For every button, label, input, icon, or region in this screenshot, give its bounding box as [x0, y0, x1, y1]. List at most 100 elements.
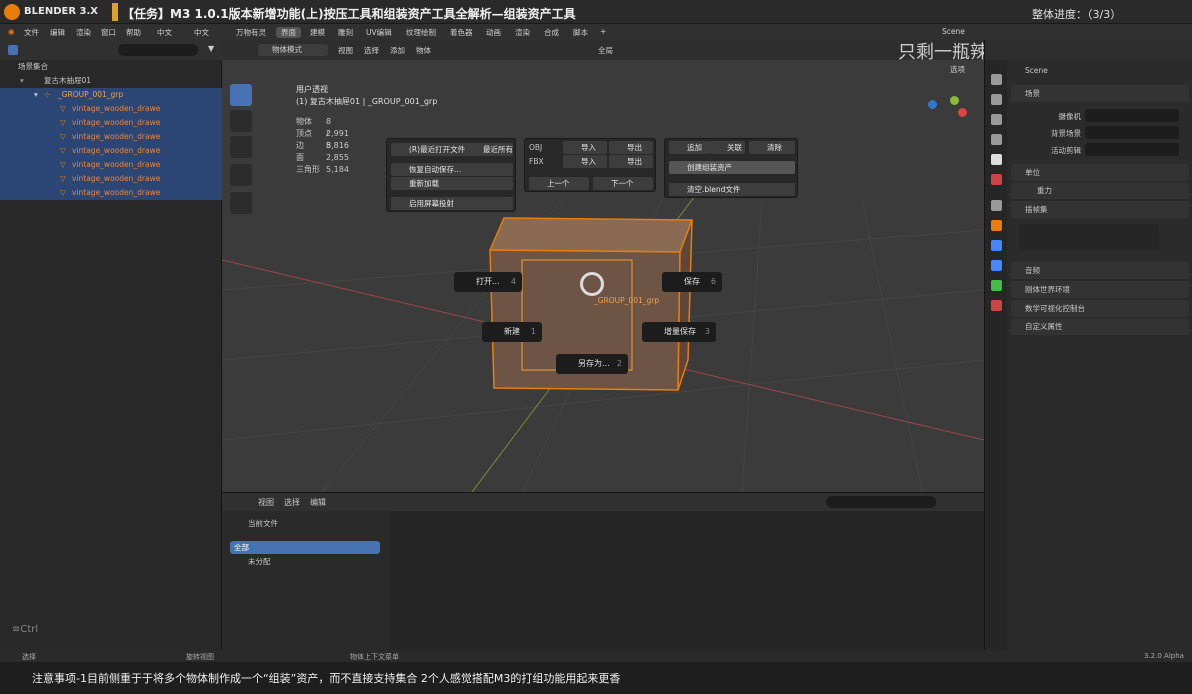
- section-scene[interactable]: 场景: [1011, 85, 1189, 102]
- menu-render[interactable]: 渲染: [76, 27, 91, 38]
- y-axis-icon[interactable]: [950, 96, 959, 105]
- outliner-row-child[interactable]: ▽ vintage_wooden_drawe: [0, 130, 222, 144]
- menu-help[interactable]: 帮助: [126, 27, 141, 38]
- section-audio[interactable]: 音频: [1011, 262, 1189, 279]
- bg-scene-field[interactable]: [1085, 126, 1179, 139]
- section-gravity[interactable]: 重力: [1011, 182, 1189, 199]
- prev-button[interactable]: 上一个: [529, 177, 589, 190]
- catalog-all[interactable]: 全部: [230, 541, 380, 554]
- tab-workspace-7[interactable]: 动画: [486, 27, 501, 38]
- catalog-unassigned[interactable]: 未分配: [230, 555, 380, 568]
- vp-menu-object[interactable]: 物体: [416, 45, 431, 56]
- menu-window[interactable]: 窗口: [101, 27, 116, 38]
- add-workspace-icon[interactable]: +: [600, 27, 606, 36]
- output-tab-icon[interactable]: [991, 114, 1002, 125]
- blender-menu-icon[interactable]: ◉: [8, 27, 15, 36]
- fbx-export-button[interactable]: 导出: [609, 155, 653, 168]
- camera-field[interactable]: [1085, 109, 1179, 122]
- tab-workspace-4[interactable]: UV编辑: [366, 27, 392, 38]
- tab-workspace-3[interactable]: 雕刻: [338, 27, 353, 38]
- recent-files-button[interactable]: (R)最近打开文件: [391, 143, 473, 156]
- section-rigid-world[interactable]: 刚体世界环境: [1011, 281, 1189, 298]
- select-tool-icon[interactable]: [230, 84, 252, 106]
- collection-tab-icon[interactable]: [991, 200, 1002, 211]
- tab-workspace-8[interactable]: 渲染: [515, 27, 530, 38]
- 3d-viewport[interactable]: 物体模式 视图 选择 添加 物体 全局 选项 只剩一瓶辣椒酱 用户透视 (1) …: [222, 40, 984, 492]
- constraint-tab-icon[interactable]: [991, 280, 1002, 291]
- asset-search-input[interactable]: [826, 496, 936, 508]
- scene-name[interactable]: Scene: [942, 27, 965, 36]
- ab-menu-select[interactable]: 选择: [284, 497, 300, 508]
- outliner-row-collection[interactable]: ▾ 复古木抽屉01: [0, 74, 222, 88]
- screencast-button[interactable]: 启用屏幕投射: [391, 197, 513, 210]
- view-layer-tab-icon[interactable]: [991, 134, 1002, 145]
- annotate-tool-icon[interactable]: [230, 164, 252, 186]
- outliner-search-input[interactable]: [118, 44, 198, 56]
- reload-button[interactable]: 重新加载: [391, 177, 513, 190]
- pie-open[interactable]: 打开... 4: [454, 272, 522, 292]
- menu-file[interactable]: 文件: [24, 27, 39, 38]
- outliner-row-child[interactable]: ▽ vintage_wooden_drawe: [0, 144, 222, 158]
- add-cube-tool-icon[interactable]: [230, 192, 252, 214]
- outliner-row-scene-collection[interactable]: 场景集合: [0, 60, 222, 74]
- obj-import-button[interactable]: 导入: [563, 141, 607, 154]
- z-axis-icon[interactable]: [928, 100, 937, 109]
- transform-orientation[interactable]: 全局: [598, 45, 613, 56]
- vp-menu-select[interactable]: 选择: [364, 45, 379, 56]
- section-keying[interactable]: 插帧集: [1011, 201, 1189, 218]
- tab-workspace-9[interactable]: 合成: [544, 27, 559, 38]
- active-clip-field[interactable]: [1085, 143, 1179, 156]
- tab-workspace-10[interactable]: 脚本: [573, 27, 588, 38]
- pie-save[interactable]: 保存 6: [662, 272, 722, 292]
- object-tab-icon[interactable]: [991, 220, 1002, 231]
- outliner-row-child[interactable]: ▽ vintage_wooden_drawe: [0, 102, 222, 116]
- outliner-row-group[interactable]: ▾ ⊹ _GROUP_001_grp: [0, 88, 222, 102]
- menu-edit[interactable]: 编辑: [50, 27, 65, 38]
- fbx-import-button[interactable]: 导入: [563, 155, 607, 168]
- pie-save-as[interactable]: 另存为... 2: [556, 354, 628, 374]
- vp-menu-add[interactable]: 添加: [390, 45, 405, 56]
- tab-workspace-0[interactable]: 万物有灵: [236, 27, 266, 38]
- x-axis-icon[interactable]: [958, 108, 967, 117]
- append-button[interactable]: 追加: [669, 141, 709, 154]
- section-data-viz[interactable]: 数学可视化控制台: [1011, 300, 1189, 317]
- asset-grid[interactable]: [390, 511, 984, 651]
- tab-workspace-2[interactable]: 建模: [310, 27, 325, 38]
- vp-menu-view[interactable]: 视图: [338, 45, 353, 56]
- pie-incremental-save[interactable]: 增量保存 3: [642, 322, 716, 342]
- library-select[interactable]: 当前文件: [230, 517, 384, 531]
- pie-new[interactable]: 新建 1: [482, 322, 542, 342]
- world-tab-icon[interactable]: [991, 174, 1002, 185]
- next-button[interactable]: 下一个: [593, 177, 653, 190]
- menu-lang-2[interactable]: 中文: [194, 27, 209, 38]
- modifier-tab-icon[interactable]: [991, 240, 1002, 251]
- tab-workspace-1[interactable]: 界面: [276, 27, 301, 38]
- tool-tab-icon[interactable]: [991, 74, 1002, 85]
- menu-lang-1[interactable]: 中文: [157, 27, 172, 38]
- texture-tab-icon[interactable]: [991, 300, 1002, 311]
- move-tool-icon[interactable]: [230, 110, 252, 132]
- create-assembly-asset-button[interactable]: 创建组装资产: [669, 161, 795, 174]
- recent-all-button[interactable]: 最近所有: [465, 143, 513, 156]
- display-mode-icon[interactable]: [8, 45, 18, 55]
- tab-workspace-5[interactable]: 纹理绘制: [406, 27, 436, 38]
- outliner-row-child[interactable]: ▽ vintage_wooden_drawe: [0, 172, 222, 186]
- clear-button[interactable]: 清除: [749, 141, 795, 154]
- empty-blend-button[interactable]: 清空.blend文件: [669, 183, 795, 196]
- ab-menu-view[interactable]: 视图: [258, 497, 274, 508]
- outliner-row-child[interactable]: ▽ vintage_wooden_drawe: [0, 116, 222, 130]
- options-button[interactable]: 选项: [950, 64, 965, 75]
- filter-icon[interactable]: ▼: [208, 44, 214, 53]
- mode-select[interactable]: 物体模式: [258, 44, 328, 56]
- render-tab-icon[interactable]: [991, 94, 1002, 105]
- ab-menu-edit[interactable]: 编辑: [310, 497, 326, 508]
- link-button[interactable]: 关联: [709, 141, 745, 154]
- outliner-row-child[interactable]: ▽ vintage_wooden_drawe: [0, 186, 222, 200]
- section-units[interactable]: 单位: [1011, 164, 1189, 181]
- obj-export-button[interactable]: 导出: [609, 141, 653, 154]
- scene-tab-icon[interactable]: [991, 154, 1002, 165]
- tab-workspace-6[interactable]: 着色器: [450, 27, 473, 38]
- recover-autosave-button[interactable]: 恢复自动保存...: [391, 163, 513, 176]
- keying-list[interactable]: [1019, 224, 1159, 250]
- navigation-gizmo[interactable]: [926, 90, 976, 140]
